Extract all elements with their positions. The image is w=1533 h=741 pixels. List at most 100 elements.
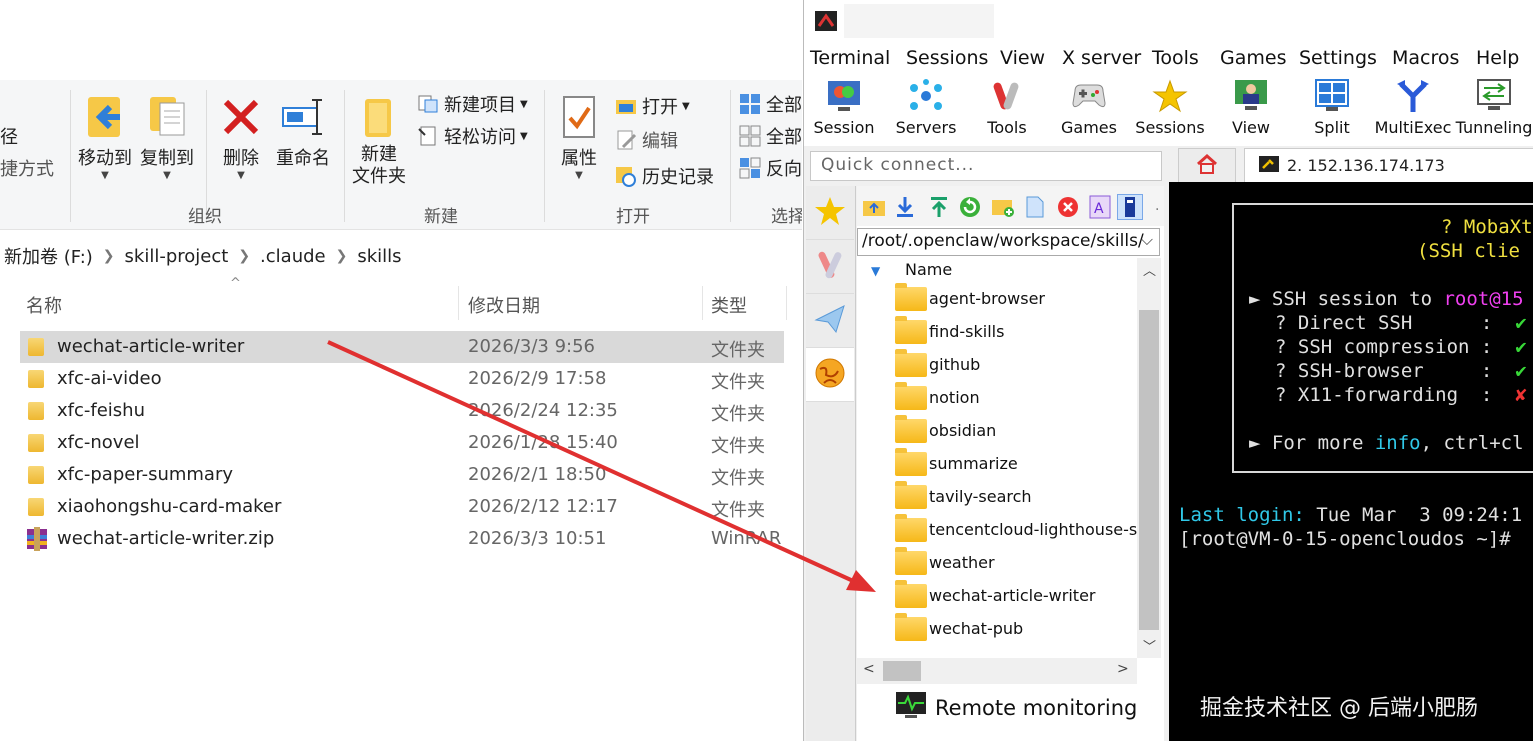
toolbar-tools-button[interactable]: Tools xyxy=(967,78,1047,137)
copy-to-button[interactable]: 复制到 ▼ xyxy=(140,90,194,181)
scroll-left-icon[interactable]: < xyxy=(863,661,875,677)
breadcrumb-claude[interactable]: .claude xyxy=(260,246,326,267)
address-bar[interactable]: 新加卷 (F:) ❯ skill-project ❯ .claude ❯ skills xyxy=(0,240,802,272)
new-item-button[interactable]: 新建项目 ▼ xyxy=(416,90,528,118)
new-file-icon[interactable] xyxy=(1022,194,1048,220)
history-button[interactable]: 历史记录 xyxy=(614,162,714,190)
new-folder-button[interactable]: 新建 文件夹 xyxy=(352,90,406,188)
menu-help[interactable]: Help xyxy=(1476,47,1519,69)
quick-connect-input[interactable]: Quick connect... xyxy=(810,151,1162,181)
rename-button[interactable]: 重命名 xyxy=(276,90,330,170)
menu-terminal[interactable]: Terminal xyxy=(810,47,890,69)
menu-tools[interactable]: Tools xyxy=(1152,47,1199,69)
column-divider[interactable] xyxy=(702,286,703,320)
file-row[interactable]: xfc-paper-summary 2026/2/1 18:50 文件夹 xyxy=(0,459,802,491)
select-all-button[interactable]: 全部 xyxy=(738,90,802,118)
open-button[interactable]: 打开 ▼ xyxy=(614,92,690,120)
scroll-up-icon[interactable]: ︿ xyxy=(1143,260,1156,279)
scroll-right-icon[interactable]: > xyxy=(1117,661,1129,677)
scrollbar-thumb[interactable] xyxy=(1139,310,1159,630)
toolbar-multiexec-button[interactable]: MultiExec xyxy=(1373,78,1453,137)
parent-folder-icon[interactable] xyxy=(861,194,887,220)
tab-home[interactable] xyxy=(1178,148,1236,182)
remote-folder-row[interactable]: github xyxy=(895,348,980,381)
toolbar-overflow-icon[interactable]: . xyxy=(1155,198,1159,214)
file-row[interactable]: xiaohongshu-card-maker 2026/2/12 12:17 文… xyxy=(0,491,802,523)
remote-folder-row[interactable]: tencentcloud-lighthouse-skill xyxy=(895,513,1137,546)
column-divider[interactable] xyxy=(458,286,459,320)
menu-macros[interactable]: Macros xyxy=(1392,47,1459,69)
easy-access-button[interactable]: 轻松访问 ▼ xyxy=(416,122,528,150)
toolbar-split-button[interactable]: Split xyxy=(1292,78,1372,137)
sidebar-sessions-tab[interactable] xyxy=(806,186,854,240)
column-type[interactable]: 类型 xyxy=(711,292,747,318)
column-name[interactable]: 名称 xyxy=(26,292,62,318)
edit-button[interactable]: 编辑 xyxy=(614,126,678,154)
toolbar-tunneling-button[interactable]: Tunneling xyxy=(1454,78,1533,137)
menu-x-server[interactable]: X server xyxy=(1062,47,1141,69)
paste-shortcut-button[interactable]: 捷方式 xyxy=(0,154,54,182)
screen: 径 捷方式 移动到 ▼ 复制到 ▼ 删除 ▼ 重命名 组织 新建 文件夹 新建项… xyxy=(0,0,1533,741)
invert-selection-button[interactable]: 反向 xyxy=(738,154,802,182)
remote-folder-row[interactable]: wechat-pub xyxy=(895,612,1023,645)
delete-icon[interactable] xyxy=(1055,194,1081,220)
remote-folder-row[interactable]: agent-browser xyxy=(895,282,1045,315)
file-row[interactable]: xfc-novel 2026/1/28 15:40 文件夹 xyxy=(0,427,802,459)
menu-settings[interactable]: Settings xyxy=(1299,47,1377,69)
move-to-button[interactable]: 移动到 ▼ xyxy=(78,90,132,181)
menu-view[interactable]: View xyxy=(1000,47,1045,69)
refresh-icon[interactable] xyxy=(957,194,983,220)
breadcrumb-drive[interactable]: 新加卷 (F:) xyxy=(4,243,93,269)
text-editor-icon[interactable]: A xyxy=(1087,194,1113,220)
remote-folder-row[interactable]: obsidian xyxy=(895,414,996,447)
remote-folder-row[interactable]: summarize xyxy=(895,447,1018,480)
remote-monitoring-button[interactable]: Remote monitoring xyxy=(895,691,1137,724)
vertical-scrollbar[interactable]: ︿ ﹀ xyxy=(1137,258,1161,658)
copy-path-button[interactable]: 径 xyxy=(0,122,18,150)
delete-button[interactable]: 删除 ▼ xyxy=(216,90,266,181)
folder-icon xyxy=(895,282,927,311)
tab-ssh-session[interactable]: 2. 152.136.174.173 xyxy=(1244,148,1533,182)
file-row[interactable]: xfc-ai-video 2026/2/9 17:58 文件夹 xyxy=(0,363,802,395)
new-folder-icon[interactable] xyxy=(990,194,1016,220)
follow-terminal-icon[interactable] xyxy=(1117,194,1143,220)
file-row[interactable]: wechat-article-writer.zip 2026/3/3 10:51… xyxy=(0,523,802,555)
terminal-pane[interactable]: ? MobaXt (SSH clie ► SSH session to root… xyxy=(1169,182,1533,741)
column-name[interactable]: Name xyxy=(905,260,952,279)
file-type: 文件夹 xyxy=(711,436,765,457)
horizontal-scrollbar[interactable]: < > xyxy=(857,658,1137,684)
upload-icon[interactable] xyxy=(926,194,952,220)
file-row[interactable]: xfc-feishu 2026/2/24 12:35 文件夹 xyxy=(0,395,802,427)
column-date[interactable]: 修改日期 xyxy=(468,292,540,318)
select-none-button[interactable]: 全部 xyxy=(738,122,802,150)
sidebar-tools-tab[interactable] xyxy=(806,240,854,294)
scroll-down-icon[interactable]: ﹀ xyxy=(1143,636,1156,655)
file-row[interactable]: wechat-article-writer 2026/3/3 9:56 文件夹 xyxy=(20,331,784,363)
menu-sessions[interactable]: Sessions xyxy=(906,47,988,69)
remote-folder-row[interactable]: find-skills xyxy=(895,315,1004,348)
column-divider[interactable] xyxy=(786,286,787,320)
remote-folder-row[interactable]: notion xyxy=(895,381,980,414)
toolbar-servers-button[interactable]: Servers xyxy=(886,78,966,137)
remote-folder-row[interactable]: wechat-article-writer xyxy=(895,579,1095,612)
menu-games[interactable]: Games xyxy=(1220,47,1286,69)
sidebar-macros-tab[interactable] xyxy=(806,294,854,348)
toolbar-session-button[interactable]: Session xyxy=(804,78,884,137)
breadcrumb-skills[interactable]: skills xyxy=(357,246,401,267)
properties-button[interactable]: 属性 ▼ xyxy=(554,90,604,181)
breadcrumb-skill-project[interactable]: skill-project xyxy=(125,246,229,267)
feature-label: ? Direct SSH : xyxy=(1275,312,1493,334)
remote-folder-name: agent-browser xyxy=(929,289,1046,308)
toolbar-view-button[interactable]: View xyxy=(1211,78,1291,137)
download-icon[interactable] xyxy=(892,194,918,220)
mobaxterm-window: Terminal Sessions View X server Tools Ga… xyxy=(803,0,1533,741)
toolbar-games-button[interactable]: Games xyxy=(1049,78,1129,137)
remote-folder-row[interactable]: tavily-search xyxy=(895,480,1032,513)
sidebar-sftp-tab[interactable] xyxy=(806,348,854,402)
chevron-down-icon[interactable]: ⌵ xyxy=(1141,230,1153,250)
scrollbar-thumb[interactable] xyxy=(883,661,921,681)
remote-folder-row[interactable]: weather xyxy=(895,546,995,579)
session-tabs: 2. 152.136.174.173 xyxy=(1174,146,1533,182)
toolbar-sessions-button[interactable]: Sessions xyxy=(1130,78,1210,137)
sftp-path-input[interactable]: /root/.openclaw/workspace/skills/ ⌵ xyxy=(857,228,1160,256)
